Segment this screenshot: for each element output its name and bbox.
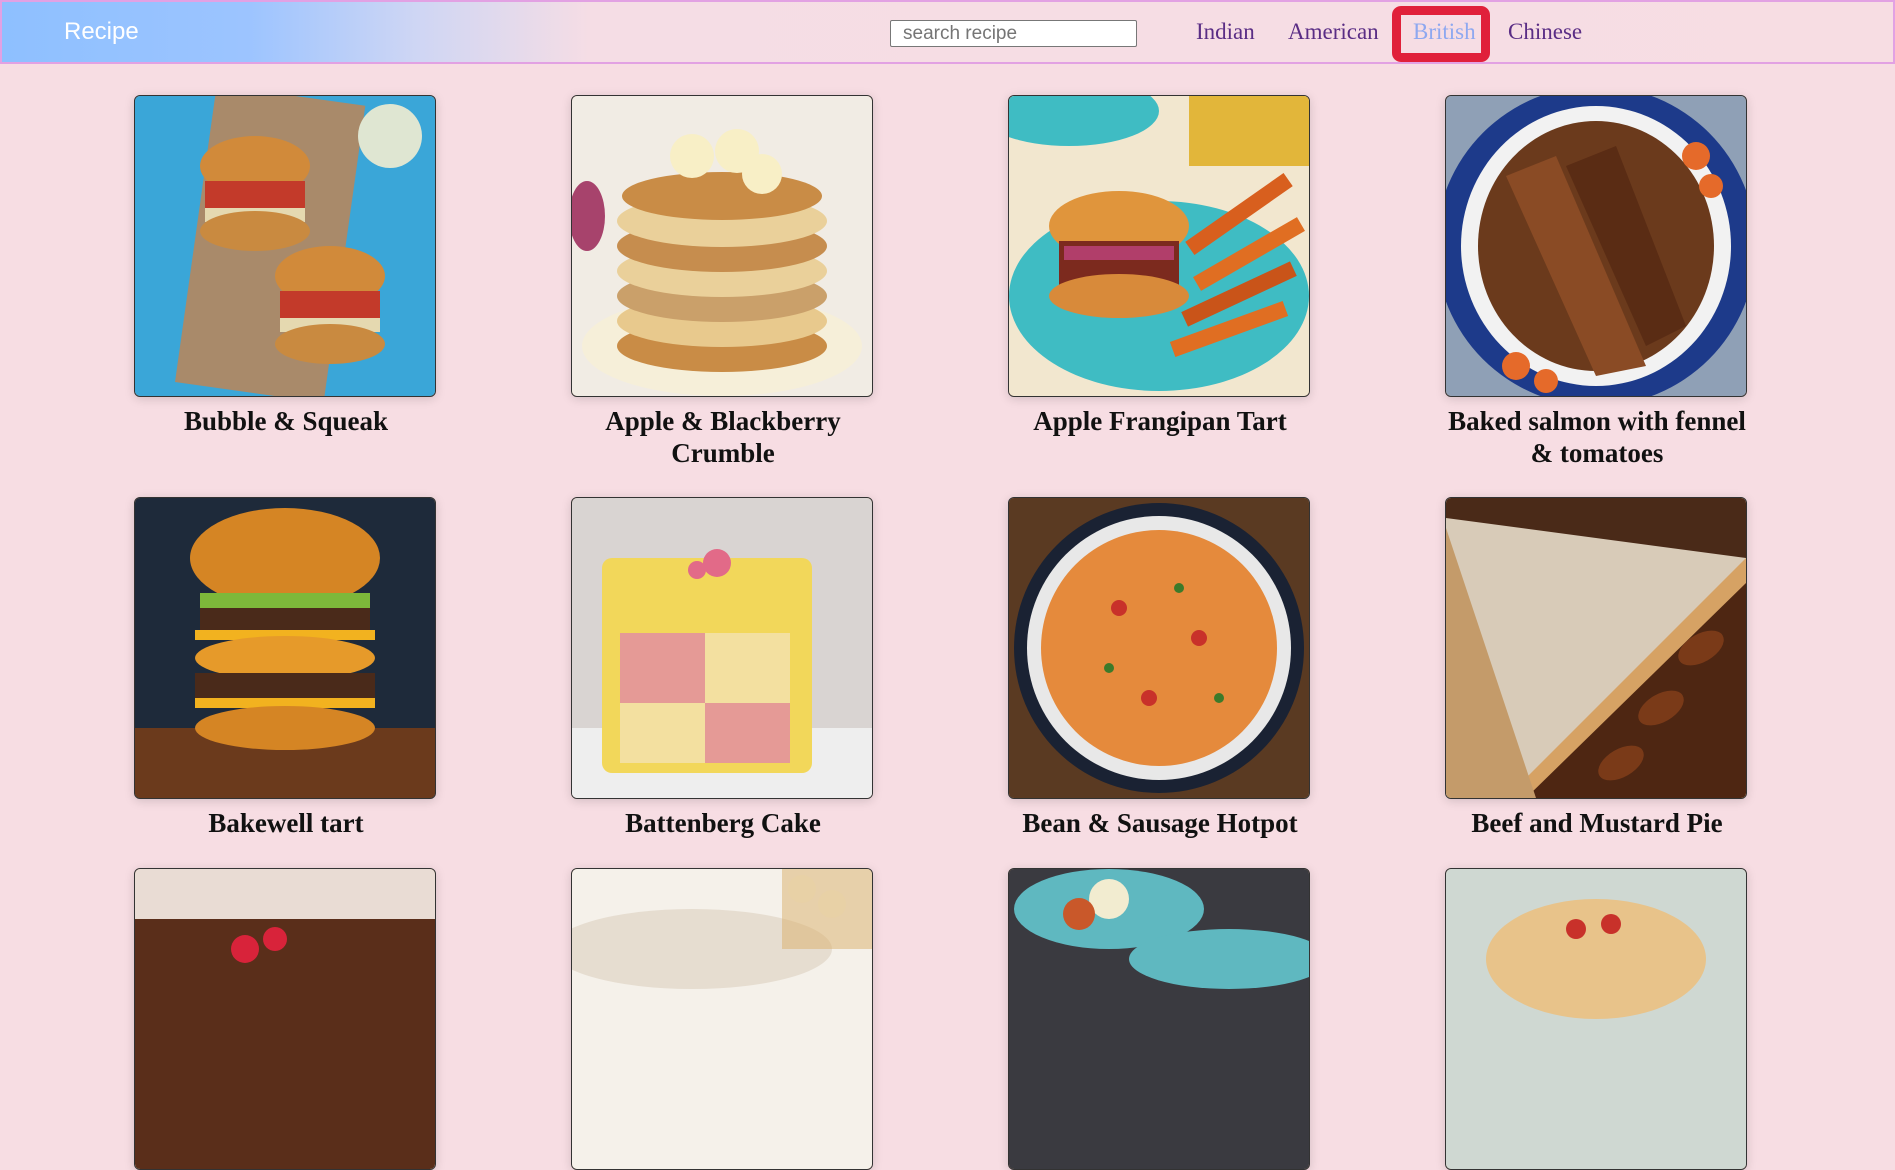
recipe-image[interactable] bbox=[1008, 95, 1310, 397]
top-navbar: Recipe bbox=[0, 0, 1895, 64]
recipe-card[interactable]: Bubble & Squeak bbox=[134, 95, 438, 437]
recipe-card[interactable]: Apple Frangipan Tart bbox=[1008, 95, 1312, 437]
nav-link-british[interactable]: British bbox=[1413, 19, 1476, 45]
recipe-card[interactable]: Baked salmon with fennel & tomatoes bbox=[1445, 95, 1749, 469]
recipe-title[interactable]: Bean & Sausage Hotpot bbox=[1008, 807, 1312, 839]
recipe-title[interactable]: Bubble & Squeak bbox=[134, 405, 438, 437]
recipe-image[interactable] bbox=[571, 497, 873, 799]
recipe-image[interactable] bbox=[134, 497, 436, 799]
recipe-card[interactable]: Beef and Mustard Pie bbox=[1445, 497, 1749, 839]
nav-link-american[interactable]: American bbox=[1288, 19, 1379, 45]
recipe-image[interactable] bbox=[134, 95, 436, 397]
recipe-image[interactable] bbox=[571, 95, 873, 397]
nav-link-indian[interactable]: Indian bbox=[1196, 19, 1255, 45]
recipe-image[interactable] bbox=[1445, 497, 1747, 799]
recipe-image[interactable] bbox=[134, 868, 436, 1170]
recipe-card[interactable] bbox=[1008, 868, 1312, 1170]
recipe-card[interactable]: Bean & Sausage Hotpot bbox=[1008, 497, 1312, 839]
recipe-card[interactable] bbox=[134, 868, 438, 1170]
recipe-title[interactable]: Beef and Mustard Pie bbox=[1445, 807, 1749, 839]
recipe-image[interactable] bbox=[1008, 868, 1310, 1170]
brand-logo-text[interactable]: Recipe bbox=[64, 18, 139, 46]
recipe-image[interactable] bbox=[1445, 868, 1747, 1170]
recipe-image[interactable] bbox=[1008, 497, 1310, 799]
recipe-title[interactable]: Baked salmon with fennel & tomatoes bbox=[1445, 405, 1749, 469]
recipe-image[interactable] bbox=[1445, 95, 1747, 397]
search-input[interactable] bbox=[890, 20, 1137, 47]
recipe-card[interactable] bbox=[1445, 868, 1749, 1170]
recipe-card[interactable] bbox=[571, 868, 875, 1170]
recipe-title[interactable]: Bakewell tart bbox=[134, 807, 438, 839]
recipe-card[interactable]: Battenberg Cake bbox=[571, 497, 875, 839]
recipe-title[interactable]: Apple Frangipan Tart bbox=[1008, 405, 1312, 437]
recipe-card[interactable]: Bakewell tart bbox=[134, 497, 438, 839]
recipe-title[interactable]: Battenberg Cake bbox=[571, 807, 875, 839]
nav-link-chinese[interactable]: Chinese bbox=[1508, 19, 1582, 45]
recipe-title[interactable]: Apple & Blackberry Crumble bbox=[571, 405, 875, 469]
recipe-image[interactable] bbox=[571, 868, 873, 1170]
recipe-card[interactable]: Apple & Blackberry Crumble bbox=[571, 95, 875, 469]
